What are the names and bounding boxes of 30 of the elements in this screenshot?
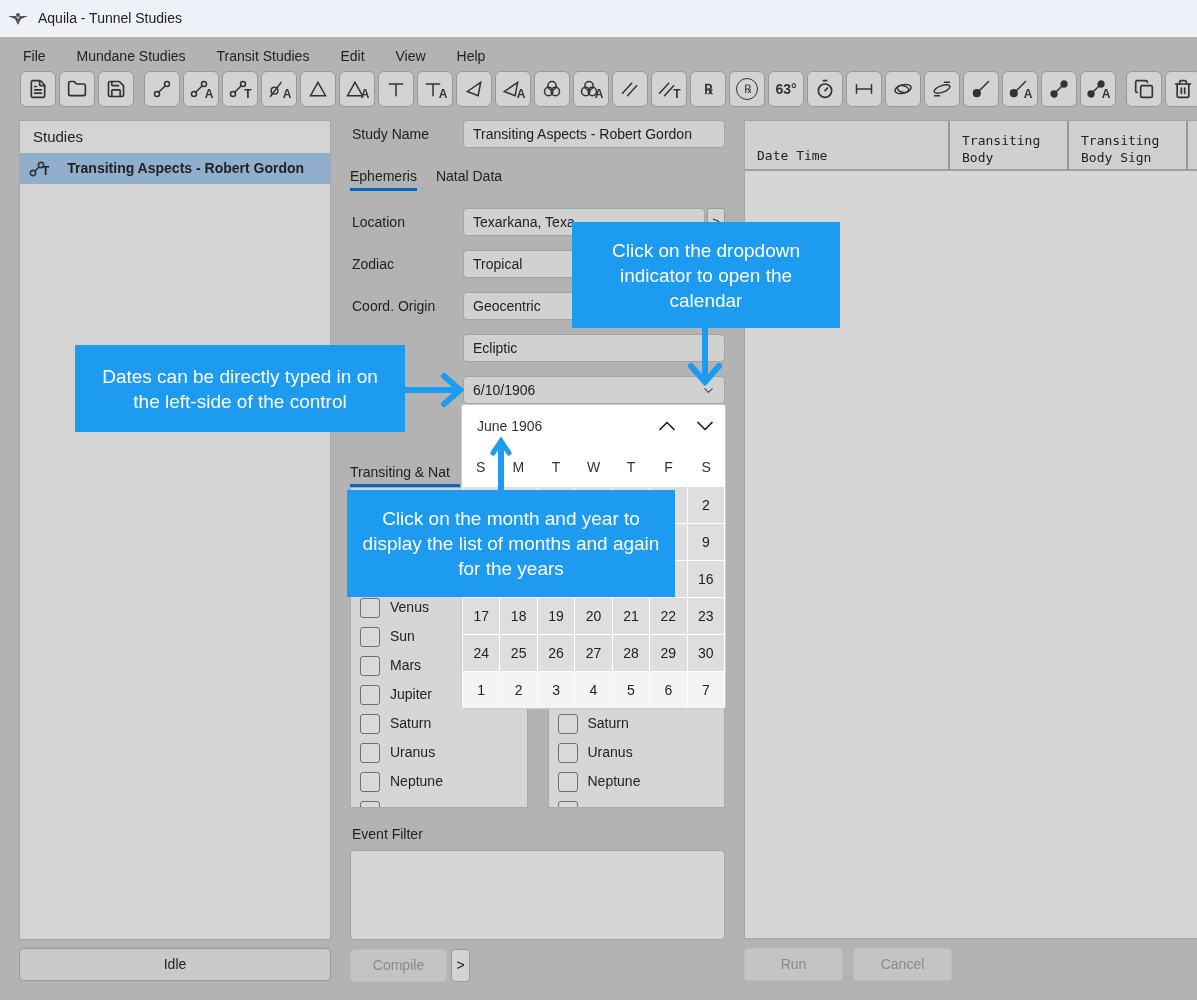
checkbox-label: Venus [390,598,429,617]
hint-tooltip: Dates can be directly typed in on the left-side of the control [75,345,405,432]
weekday-label: F [663,457,674,477]
hint-tooltip: Click on the month and year to display the list of months and again for the years [347,490,675,597]
weekday-label: W [585,457,602,477]
checkbox-label: Saturn [390,714,432,733]
column-header: Transiting Body Sign [1081,132,1161,166]
field-label: Location [352,214,405,230]
checkbox-label: Uranus [587,743,633,762]
weekday-label: M [511,457,526,477]
checkbox-label: Mars [390,656,422,675]
field-label: Zodiac [352,256,395,272]
window-title: Aquila - Tunnel Studies [38,9,182,28]
field-label: Coord. Origin [352,298,436,314]
weekday-label: T [625,457,637,477]
field-label: Event Filter [351,825,424,844]
checkbox-label: Saturn [587,714,629,733]
checkbox-label: Sun [390,627,415,646]
checkbox-label: Uranus [390,743,436,762]
panel-title: Studies [33,126,84,147]
checkbox-label: Jupiter [390,685,433,704]
column-header: Date Time [757,147,828,164]
checkbox-label: Neptune [587,772,641,791]
checkbox-label: Neptune [390,772,443,791]
field-label: Study Name [351,124,431,144]
column-header: Transiting Body [962,132,1042,166]
weekday-label: T [550,457,562,477]
hint-tooltip: Click on the dropdown indicator to open the calendar [572,222,840,328]
weekday-label: S [700,457,712,477]
weekday-label: S [475,457,487,477]
